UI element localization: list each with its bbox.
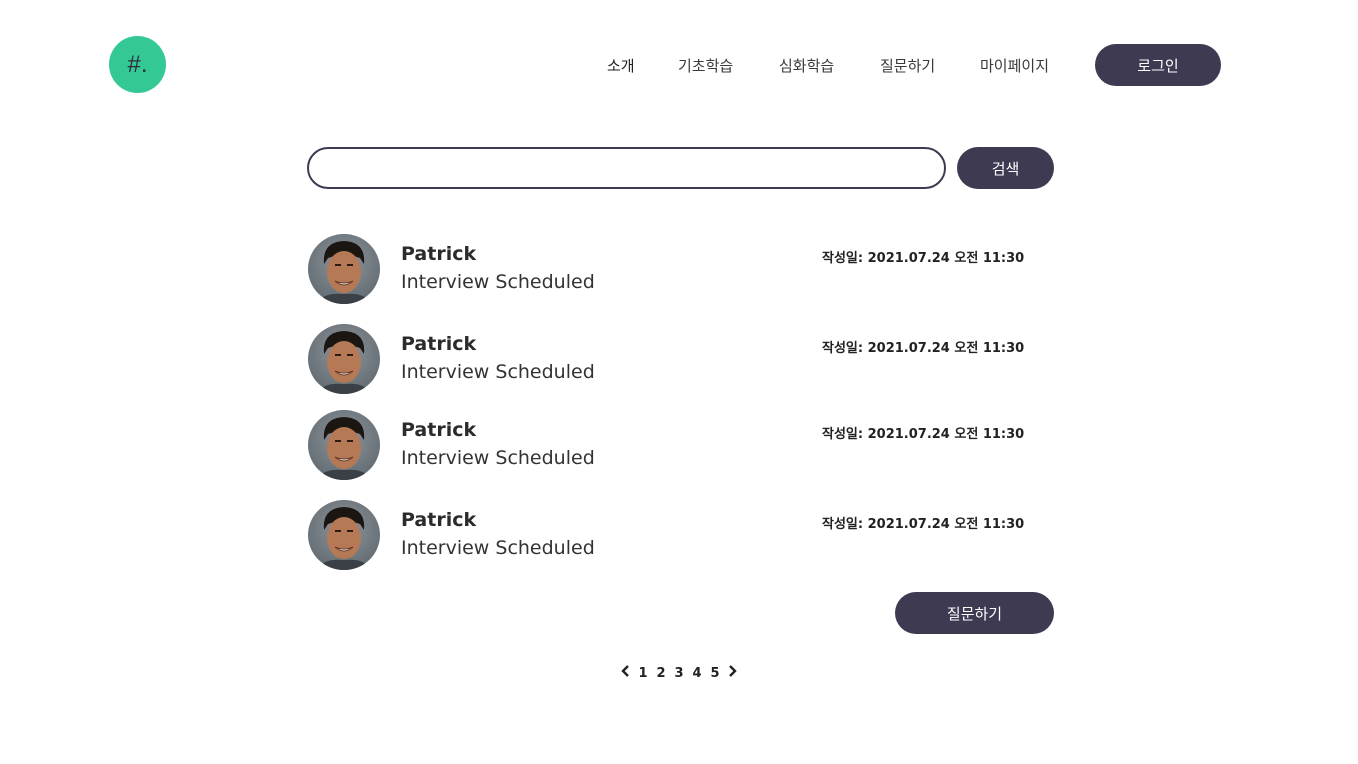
post-title[interactable]: Interview Scheduled — [401, 537, 595, 559]
page-3[interactable]: 3 — [670, 666, 688, 681]
post-date: 작성일: 2021.07.24 오전 11:30 — [822, 251, 1025, 266]
post-item[interactable]: Patrick Interview Scheduled 작성일: 2021.07… — [307, 234, 1024, 306]
post-date: 작성일: 2021.07.24 오전 11:30 — [822, 517, 1025, 532]
nav-item-advanced-learning[interactable]: 심화학습 — [779, 55, 834, 76]
login-button[interactable]: 로그인 — [1095, 44, 1221, 86]
top-nav: 소개 기초학습 심화학습 질문하기 마이페이지 로그인 — [0, 44, 1358, 86]
post-author: Patrick — [401, 419, 477, 441]
ask-question-button[interactable]: 질문하기 — [895, 592, 1054, 634]
avatar — [308, 234, 380, 304]
post-item[interactable]: Patrick Interview Scheduled 작성일: 2021.07… — [307, 410, 1024, 482]
nav-item-intro[interactable]: 소개 — [607, 55, 635, 76]
page-5[interactable]: 5 — [706, 666, 724, 681]
avatar — [308, 410, 380, 480]
post-date: 작성일: 2021.07.24 오전 11:30 — [822, 427, 1025, 442]
chevron-left-icon[interactable] — [618, 665, 634, 681]
post-date: 작성일: 2021.07.24 오전 11:30 — [822, 341, 1025, 356]
post-item[interactable]: Patrick Interview Scheduled 작성일: 2021.07… — [307, 500, 1024, 572]
post-author: Patrick — [401, 243, 477, 265]
post-title[interactable]: Interview Scheduled — [401, 447, 595, 469]
page-2[interactable]: 2 — [652, 666, 670, 681]
post-author: Patrick — [401, 333, 477, 355]
nav-item-basic-learning[interactable]: 기초학습 — [678, 55, 733, 76]
pagination: 1 2 3 4 5 — [618, 664, 740, 682]
chevron-right-icon[interactable] — [724, 665, 740, 681]
avatar — [308, 324, 380, 394]
post-title[interactable]: Interview Scheduled — [401, 271, 595, 293]
search-input[interactable] — [307, 147, 946, 189]
avatar — [308, 500, 380, 570]
nav-item-mypage[interactable]: 마이페이지 — [980, 55, 1049, 76]
post-title[interactable]: Interview Scheduled — [401, 361, 595, 383]
page-4[interactable]: 4 — [688, 666, 706, 681]
post-item[interactable]: Patrick Interview Scheduled 작성일: 2021.07… — [307, 324, 1024, 396]
nav-item-ask-question[interactable]: 질문하기 — [880, 55, 935, 76]
search-button[interactable]: 검색 — [957, 147, 1054, 189]
page-1[interactable]: 1 — [634, 666, 652, 681]
post-author: Patrick — [401, 509, 477, 531]
